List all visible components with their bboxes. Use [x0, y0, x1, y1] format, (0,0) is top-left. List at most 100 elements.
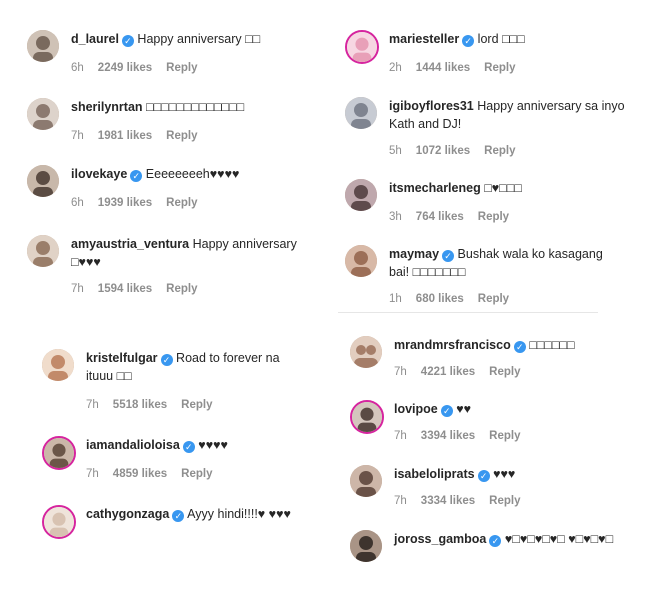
reply-button[interactable]: Reply — [181, 468, 212, 480]
reply-button[interactable]: Reply — [166, 62, 197, 74]
like-count[interactable]: 680 likes — [416, 293, 464, 305]
comment-time: 7h — [394, 430, 407, 442]
avatar[interactable] — [42, 349, 74, 381]
reply-button[interactable]: Reply — [478, 211, 509, 223]
username-link[interactable]: kristelfulgar — [86, 351, 158, 365]
verified-badge-icon: ✓ — [489, 535, 502, 547]
avatar-photo-icon — [352, 402, 382, 432]
avatar-photo-icon — [44, 438, 74, 468]
username-link[interactable]: mariesteller — [389, 32, 459, 46]
like-count[interactable]: 4221 likes — [421, 366, 475, 378]
reply-button[interactable]: Reply — [166, 283, 197, 295]
section-divider — [338, 312, 598, 313]
username-link[interactable]: joross_gamboa — [394, 532, 486, 546]
avatar[interactable] — [350, 465, 382, 497]
like-count[interactable]: 1444 likes — [416, 62, 470, 74]
reply-button[interactable]: Reply — [478, 293, 509, 305]
comment-time: 7h — [71, 283, 84, 295]
avatar-photo-icon — [27, 235, 59, 267]
like-count[interactable]: 764 likes — [416, 211, 464, 223]
avatar[interactable] — [345, 245, 377, 277]
like-count[interactable]: 5518 likes — [113, 399, 167, 411]
username-link[interactable]: lovipoe — [394, 402, 438, 416]
reply-button[interactable]: Reply — [489, 430, 520, 442]
avatar-photo-icon — [350, 530, 382, 562]
avatar[interactable] — [350, 400, 384, 434]
comment-time: 7h — [394, 366, 407, 378]
verified-badge-icon: ✓ — [160, 354, 173, 366]
username-link[interactable]: igiboyflores31 — [389, 99, 474, 113]
avatar[interactable] — [350, 530, 382, 562]
comment-text: ♥□♥□♥□♥□ ♥□♥□♥□ — [504, 532, 614, 546]
verified-badge-icon: ✓ — [130, 170, 143, 182]
comment-time: 6h — [71, 62, 84, 74]
reply-button[interactable]: Reply — [489, 366, 520, 378]
username-link[interactable]: sherilynrtan — [71, 100, 143, 114]
verified-badge-icon: ✓ — [513, 341, 526, 353]
avatar-photo-icon — [27, 98, 59, 130]
reply-button[interactable]: Reply — [166, 130, 197, 142]
comment-time: 3h — [389, 211, 402, 223]
like-count[interactable]: 3394 likes — [421, 430, 475, 442]
reply-button[interactable]: Reply — [484, 62, 515, 74]
avatar-photo-icon — [350, 465, 382, 497]
comment-text: □□□□□□ — [529, 338, 575, 352]
reply-button[interactable]: Reply — [181, 399, 212, 411]
verified-badge-icon: ✓ — [477, 470, 490, 482]
avatar-photo-icon — [345, 97, 377, 129]
avatar[interactable] — [350, 336, 382, 368]
comment-text: lord □□□ — [477, 32, 525, 46]
like-count[interactable]: 1981 likes — [98, 130, 152, 142]
avatar[interactable] — [42, 436, 76, 470]
comment-time: 1h — [389, 293, 402, 305]
avatar-photo-icon — [27, 165, 59, 197]
like-count[interactable]: 4859 likes — [113, 468, 167, 480]
avatar[interactable] — [42, 505, 76, 539]
comment-text: □□□□□□□□□□□□□ — [146, 100, 245, 114]
avatar-photo-icon — [345, 245, 377, 277]
avatar-photo-icon — [350, 336, 382, 368]
like-count[interactable]: 1939 likes — [98, 197, 152, 209]
comment-text: ♥♥♥♥ — [198, 438, 228, 452]
comment-time: 6h — [71, 197, 84, 209]
like-count[interactable]: 2249 likes — [98, 62, 152, 74]
verified-badge-icon: ✓ — [172, 510, 185, 522]
verified-badge-icon: ✓ — [442, 250, 455, 262]
reply-button[interactable]: Reply — [484, 145, 515, 157]
username-link[interactable]: d_laurel — [71, 32, 119, 46]
avatar[interactable] — [345, 97, 377, 129]
like-count[interactable]: 3334 likes — [421, 495, 475, 507]
avatar[interactable] — [27, 98, 59, 130]
comment-time: 2h — [389, 62, 402, 74]
comment-text: Ayyy hindi!!!!♥ ♥♥♥ — [187, 507, 291, 521]
username-link[interactable]: iamandalioloisa — [86, 438, 180, 452]
comment-text: Happy anniversary □□ — [137, 32, 261, 46]
verified-badge-icon: ✓ — [440, 405, 453, 417]
avatar-photo-icon — [27, 30, 59, 62]
avatar[interactable] — [345, 30, 379, 64]
avatar[interactable] — [27, 235, 59, 267]
comment-time: 7h — [86, 399, 99, 411]
username-link[interactable]: amyaustria_ventura — [71, 237, 189, 251]
like-count[interactable]: 1072 likes — [416, 145, 470, 157]
verified-badge-icon: ✓ — [462, 35, 475, 47]
username-link[interactable]: mrandmrsfrancisco — [394, 338, 511, 352]
username-link[interactable]: maymay — [389, 247, 439, 261]
comment-time: 7h — [394, 495, 407, 507]
like-count[interactable]: 1594 likes — [98, 283, 152, 295]
comment-text: ♥♥ — [456, 402, 472, 416]
username-link[interactable]: isabeloliprats — [394, 467, 475, 481]
comment-time: 7h — [71, 130, 84, 142]
avatar[interactable] — [27, 165, 59, 197]
username-link[interactable]: ilovekaye — [71, 167, 127, 181]
avatar[interactable] — [27, 30, 59, 62]
avatar-photo-icon — [345, 179, 377, 211]
username-link[interactable]: cathygonzaga — [86, 507, 169, 521]
avatar[interactable] — [345, 179, 377, 211]
comment-text: Eeeeeeeeh♥♥♥♥ — [145, 167, 240, 181]
username-link[interactable]: itsmecharleneg — [389, 181, 481, 195]
reply-button[interactable]: Reply — [489, 495, 520, 507]
verified-badge-icon: ✓ — [182, 441, 195, 453]
reply-button[interactable]: Reply — [166, 197, 197, 209]
comment-text: □♥□□□ — [484, 181, 522, 195]
